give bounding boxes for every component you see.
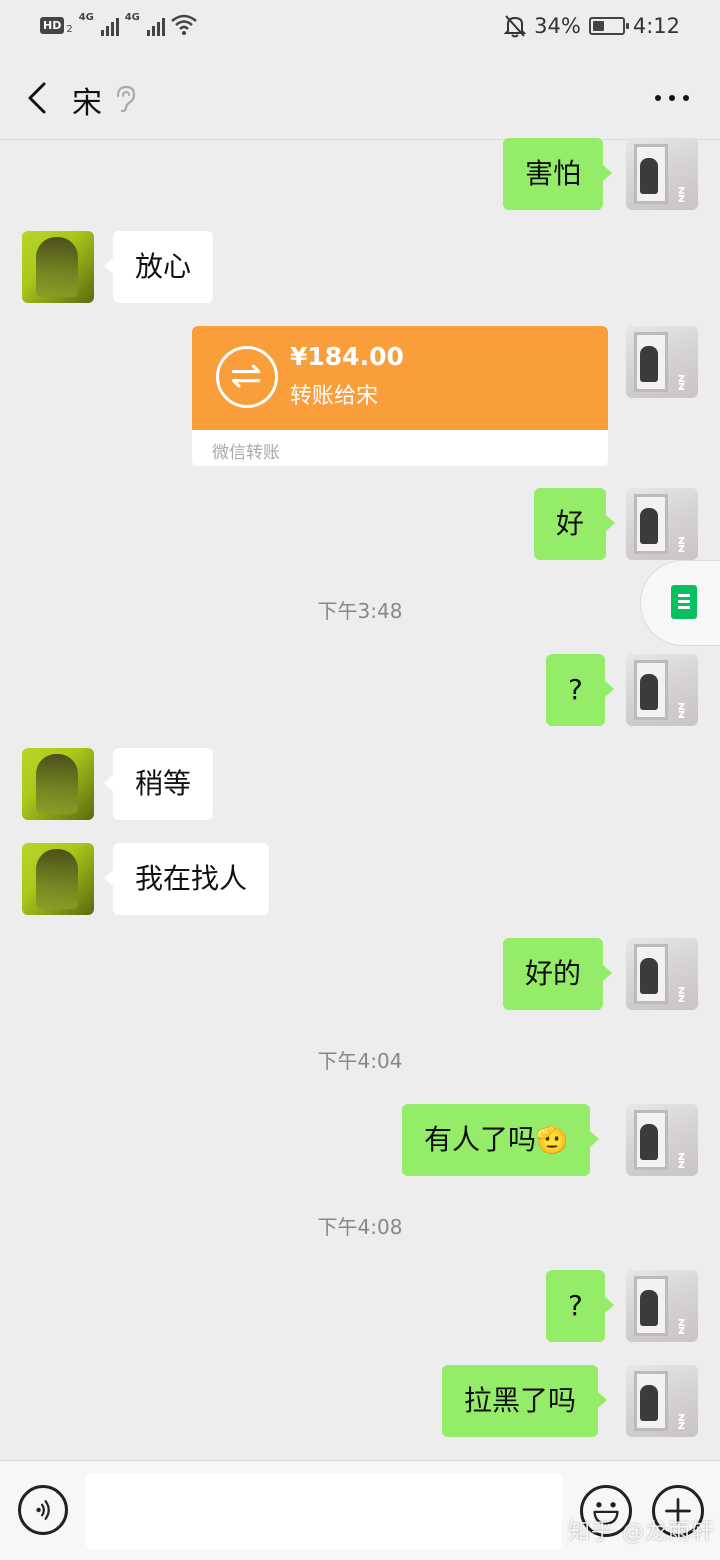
timestamp: 下午4:04: [317, 1049, 403, 1073]
message-bubble-sent[interactable]: 害怕: [503, 138, 613, 210]
message-bubble-sent[interactable]: 好的: [503, 938, 613, 1010]
voice-input-icon[interactable]: [18, 1485, 68, 1535]
transfer-arrows-icon: [216, 346, 278, 408]
transfer-source: 微信转账: [212, 443, 280, 463]
avatar-contact[interactable]: [22, 843, 94, 915]
transfer-card-footer: 微信转账: [192, 430, 608, 466]
status-left: HD 2 4G 4G: [40, 12, 197, 38]
saluting-face-emoji-icon: 🫡: [536, 1126, 569, 1156]
earpiece-mode-icon: [116, 85, 136, 112]
hd-sub-label: 2: [66, 23, 73, 35]
message-bubble-received[interactable]: 我在找人: [103, 843, 270, 915]
timestamp: 下午3:48: [317, 599, 403, 623]
message-bubble-sent[interactable]: 拉黑了吗: [442, 1365, 608, 1437]
transfer-card[interactable]: ¥184.00 转账给宋 微信转账: [192, 326, 608, 466]
message-text: 有人了吗: [424, 1123, 537, 1156]
mute-bell-icon: [504, 15, 527, 38]
clock: 4:12: [632, 14, 680, 38]
battery-percent: 34%: [534, 14, 581, 38]
network-type-1: 4G: [78, 12, 94, 23]
transfer-description: 转账给宋: [290, 384, 379, 409]
message-bubble-received[interactable]: 稍等: [103, 748, 214, 820]
avatar-self[interactable]: zz: [626, 326, 698, 398]
back-arrow-icon[interactable]: [20, 78, 60, 118]
avatar-self[interactable]: zz: [626, 938, 698, 1010]
message-input[interactable]: [86, 1473, 562, 1549]
avatar-self[interactable]: zz: [626, 654, 698, 726]
avatar-self[interactable]: zz: [626, 1270, 698, 1342]
timestamp: 下午4:08: [317, 1215, 403, 1239]
message-bubble-sent[interactable]: 有人了吗🫡: [402, 1104, 600, 1176]
hd-badge: HD: [40, 16, 65, 34]
avatar-self[interactable]: zz: [626, 488, 698, 560]
avatar-self[interactable]: zz: [626, 1104, 698, 1176]
signal-icon-sim1: 4G: [79, 12, 119, 38]
chat-header: 宋: [0, 56, 720, 140]
transfer-card-header: ¥184.00 转账给宋: [192, 326, 608, 430]
message-bubble-sent[interactable]: ?: [546, 654, 614, 726]
avatar-contact[interactable]: [22, 231, 94, 303]
message-bubble-sent[interactable]: 好: [534, 488, 616, 560]
wifi-icon: [170, 14, 197, 35]
more-icon[interactable]: [652, 86, 692, 110]
chat-title: 宋: [72, 86, 102, 121]
status-right: 34% 4:12: [504, 14, 680, 38]
avatar-self[interactable]: zz: [626, 1365, 698, 1437]
transfer-amount: ¥184.00: [290, 342, 404, 371]
signal-icon-sim2: 4G: [125, 12, 165, 38]
network-type-2: 4G: [124, 12, 140, 23]
watermark: 知乎 @龙雨轩: [568, 1520, 714, 1545]
battery-icon: [588, 17, 629, 35]
message-bubble-received[interactable]: 放心: [103, 231, 214, 303]
battery-fill: [592, 21, 604, 31]
status-bar: HD 2 4G 4G 34% 4:12: [0, 0, 720, 56]
avatar-contact[interactable]: [22, 748, 94, 820]
avatar-self[interactable]: zz: [626, 138, 698, 210]
message-bubble-sent[interactable]: ?: [546, 1270, 614, 1342]
